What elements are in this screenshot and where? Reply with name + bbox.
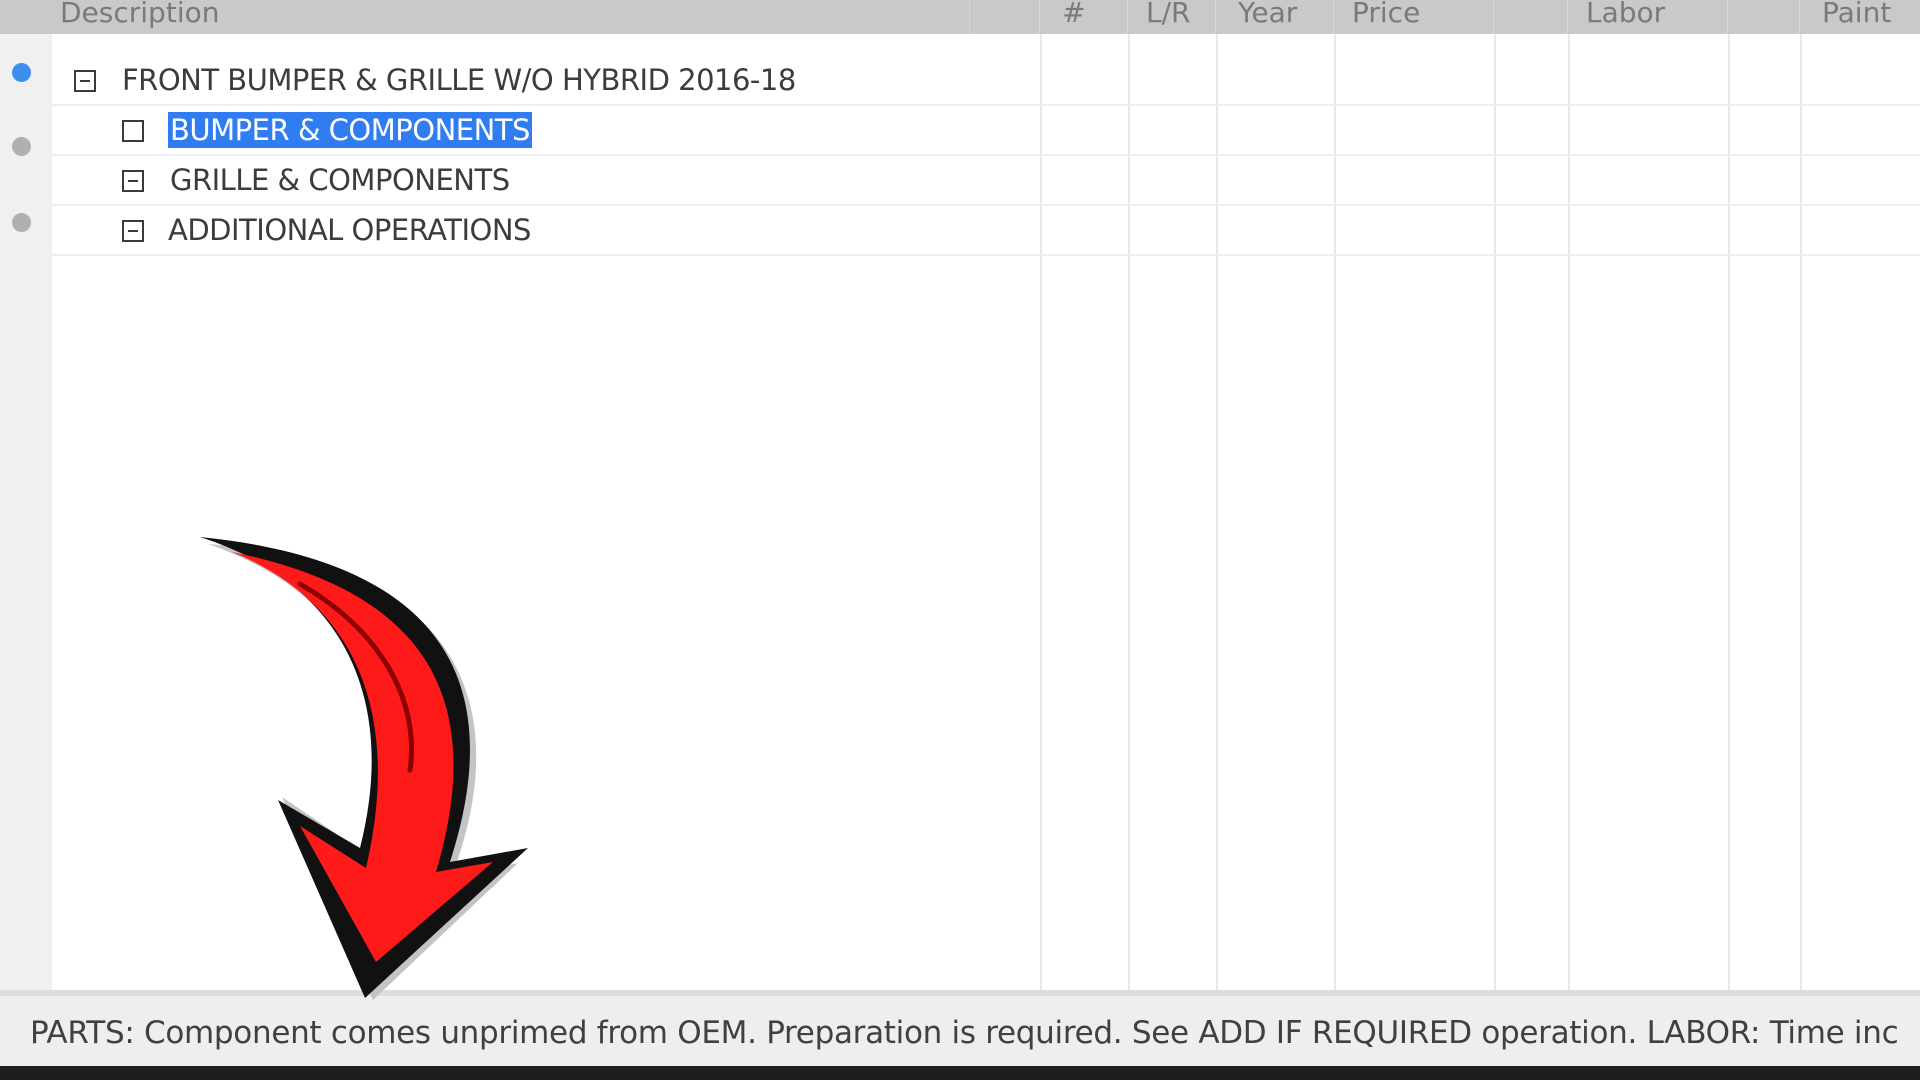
operation-notes-bar: PARTS: Component comes unprimed from OEM…	[0, 990, 1920, 1066]
operation-notes-text: PARTS: Component comes unprimed from OEM…	[30, 1015, 1899, 1051]
tree-row-label: ADDITIONAL OPERATIONS	[168, 213, 531, 247]
estimate-window: Description # L/R Year Price Labor Paint…	[0, 0, 1920, 1080]
row-indicator-dot[interactable]	[12, 137, 31, 156]
collapse-box-icon[interactable]	[74, 70, 96, 92]
column-header-labor[interactable]: Labor	[1568, 0, 1728, 34]
row-indicator-dot[interactable]	[12, 213, 31, 232]
column-header-description[interactable]: Description	[0, 0, 970, 34]
column-header-lr[interactable]: L/R	[1128, 0, 1216, 34]
collapse-box-icon[interactable]	[122, 170, 144, 192]
column-header-year[interactable]: Year	[1216, 0, 1334, 34]
tree-row-parent[interactable]: FRONT BUMPER & GRILLE W/O HYBRID 2016-18	[52, 56, 1920, 106]
row-indicator-gutter	[0, 34, 53, 990]
tree-row-label: GRILLE & COMPONENTS	[170, 163, 510, 197]
expand-box-icon[interactable]	[122, 120, 144, 142]
column-header-number[interactable]: #	[1040, 0, 1128, 34]
column-header-spacer	[1728, 0, 1800, 34]
tree-row-child[interactable]: BUMPER & COMPONENTS	[52, 106, 1920, 156]
column-header-paint[interactable]: Paint	[1800, 0, 1920, 34]
tree-row-label-selected: BUMPER & COMPONENTS	[168, 112, 532, 148]
row-indicator-dot[interactable]	[12, 63, 31, 82]
column-header-spacer	[970, 0, 1040, 34]
column-header-bar: Description # L/R Year Price Labor Paint	[0, 0, 1920, 35]
tree-row-child[interactable]: GRILLE & COMPONENTS	[52, 156, 1920, 206]
window-bottom-edge	[0, 1066, 1920, 1080]
tree-row-child[interactable]: ADDITIONAL OPERATIONS	[52, 206, 1920, 256]
collapse-box-icon[interactable]	[122, 220, 144, 242]
column-header-price[interactable]: Price	[1334, 0, 1494, 34]
operations-tree-grid: FRONT BUMPER & GRILLE W/O HYBRID 2016-18…	[52, 34, 1920, 990]
tree-row-label: FRONT BUMPER & GRILLE W/O HYBRID 2016-18	[122, 63, 796, 97]
column-header-spacer	[1494, 0, 1568, 34]
